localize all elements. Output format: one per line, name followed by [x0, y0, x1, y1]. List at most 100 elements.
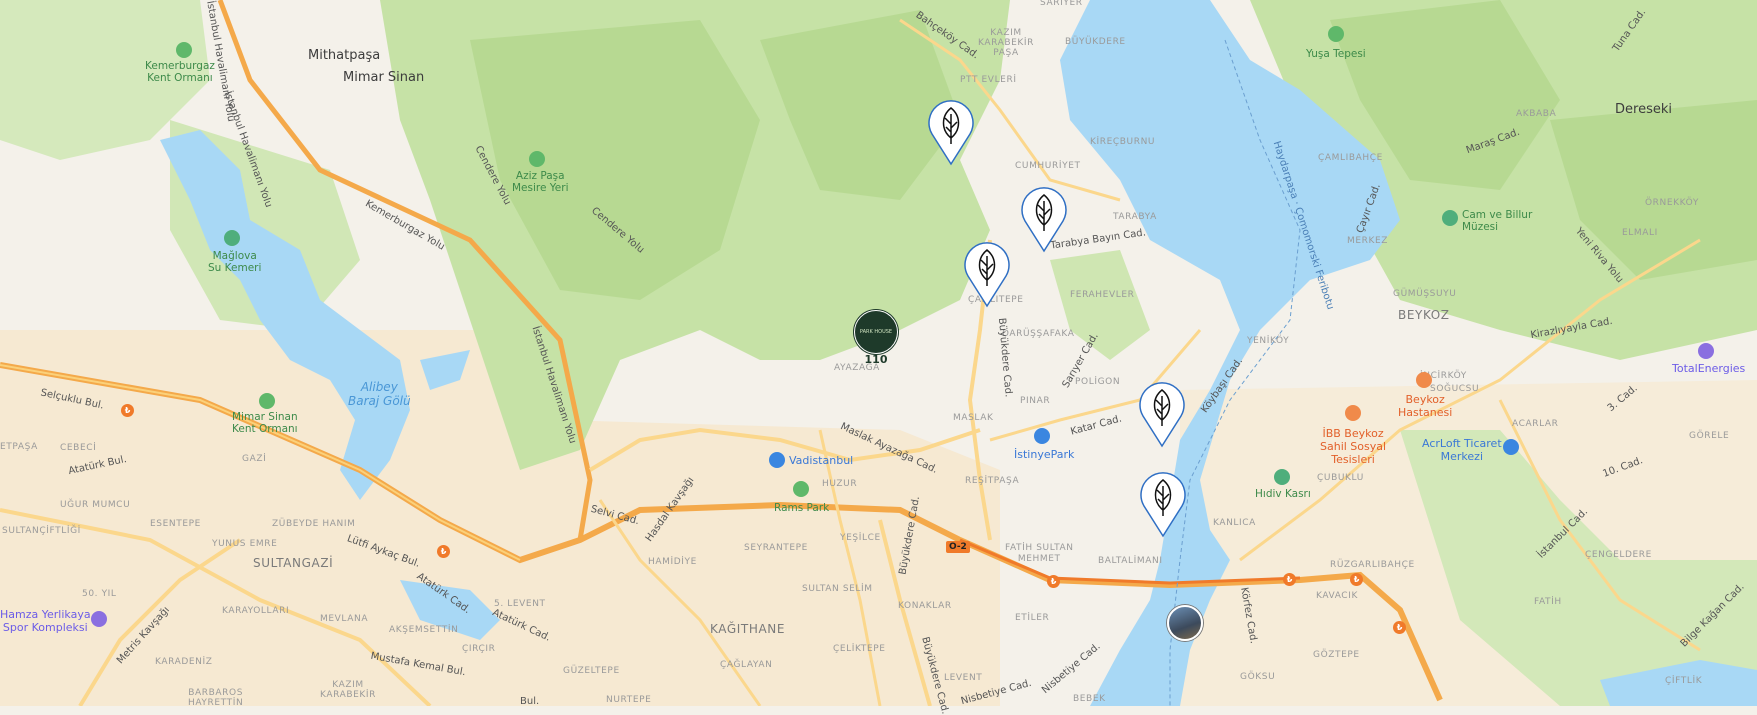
- park-house-marker[interactable]: PARK HOUSE 110: [854, 310, 898, 366]
- toll-icon: ₺: [1393, 621, 1406, 634]
- park-icon[interactable]: [259, 393, 275, 409]
- neighborhood-sultanciftligi: SULTANÇİFTLİĞİ: [2, 526, 81, 536]
- lake-alibey-baraj: Alibey Baraj Gölü: [348, 380, 411, 408]
- neighborhood-50-yil: 50. YIL: [82, 589, 117, 599]
- neighborhood-caglayan: ÇAĞLAYAN: [720, 660, 773, 670]
- neighborhood-cengeldere: ÇENGELDERE: [1585, 550, 1652, 560]
- shopping-icon[interactable]: [1503, 439, 1519, 455]
- neighborhood-cebeci: CEBECİ: [60, 443, 97, 453]
- neighborhood-kazim-karabekir-pasa: KAZIM KARABEKİR PAŞA: [978, 28, 1035, 58]
- road-label-bul: Bul.: [520, 696, 540, 707]
- district-label-sultangazi: SULTANGAZİ: [253, 556, 334, 570]
- poi-maglova[interactable]: Mağlova Su Kemeri: [208, 250, 261, 274]
- toll-icon: ₺: [1350, 573, 1363, 586]
- neighborhood-mevlana: MEVLANA: [320, 614, 369, 624]
- neighborhood-huzur: HUZUR: [822, 479, 858, 489]
- highway-badge-o2: O-2: [946, 541, 970, 553]
- neighborhood-cirgir: ÇIRÇIR: [462, 644, 496, 654]
- neighborhood-kazim-karabekir-south: KAZIM KARABEKİR: [320, 680, 377, 700]
- neighborhood-zubeyde-hanim: ZÜBEYDE HANIM: [272, 519, 356, 529]
- park-house-count: 110: [864, 353, 888, 366]
- neighborhood-acarlar: ACARLAR: [1512, 419, 1559, 429]
- museum-icon[interactable]: [1442, 210, 1458, 226]
- neighborhood-nurtepe: NURTEPE: [606, 695, 652, 705]
- neighborhood-ferahevler: FERAHEVLER: [1070, 290, 1135, 300]
- town-label-mithatpasa: Mithatpaşa: [308, 48, 381, 63]
- fuel-icon[interactable]: [1698, 343, 1714, 359]
- neighborhood-resitpasa: REŞİTPAŞA: [965, 476, 1020, 486]
- district-label-beykoz: BEYKOZ: [1398, 308, 1450, 322]
- park-house-logo: PARK HOUSE: [854, 310, 898, 354]
- park-icon[interactable]: [176, 42, 192, 58]
- neighborhood-ugur-mumcu: UĞUR MUMCU: [60, 500, 131, 510]
- park-house-name: PARK HOUSE: [859, 329, 893, 335]
- restaurant-icon[interactable]: [1345, 405, 1361, 421]
- neighborhood-gumussuyu: GÜMÜŞSUYU: [1393, 289, 1457, 299]
- shopping-icon[interactable]: [769, 452, 785, 468]
- poi-ibb-beykoz[interactable]: İBB Beykoz Sahil Sosyal Tesisleri: [1320, 427, 1386, 466]
- neighborhood-cumhuriyet: CUMHURİYET: [1015, 161, 1081, 171]
- neighborhood-sultan-selim: SULTAN SELİM: [802, 584, 873, 594]
- neighborhood-kavacik: KAVACIK: [1316, 591, 1358, 601]
- poi-beykoz-hastanesi[interactable]: Beykoz Hastanesi: [1398, 393, 1452, 419]
- neighborhood-5-levent: 5. LEVENT: [494, 599, 546, 609]
- leaf-pin-marker[interactable]: [1136, 466, 1190, 538]
- neighborhood-levent: LEVENT: [944, 673, 983, 683]
- leaf-pin-marker[interactable]: [960, 236, 1014, 308]
- neighborhood-fatih-sultan-mehmet: FATİH SULTAN MEHMET: [1005, 543, 1074, 564]
- neighborhood-cubuklu: ÇUBUKLU: [1317, 473, 1364, 483]
- neighborhood-tarabya: TARABYA: [1113, 212, 1157, 222]
- poi-acrloft[interactable]: AcrLoft Ticaret Merkezi: [1422, 437, 1502, 463]
- neighborhood-yenikoy: YENİKÖY: [1247, 336, 1290, 346]
- poi-istinyepark[interactable]: İstinyePark: [1014, 448, 1074, 461]
- poi-aziz-pasa[interactable]: Aziz Paşa Mesire Yeri: [512, 170, 569, 194]
- poi-vadistanbul[interactable]: Vadistanbul: [789, 454, 853, 467]
- neighborhood-yesilce: YEŞİLCE: [840, 533, 881, 543]
- poi-rams-park[interactable]: Rams Park: [774, 502, 829, 514]
- sports-icon[interactable]: [91, 611, 107, 627]
- neighborhood-seyrantepe: SEYRANTEPE: [744, 543, 808, 553]
- poi-cam-ve-billur[interactable]: Cam ve Billur Müzesi: [1462, 209, 1532, 233]
- neighborhood-akbaba: AKBABA: [1516, 109, 1557, 119]
- district-label-sariyer: SARIYER: [1040, 0, 1083, 8]
- neighborhood-gazi: GAZİ: [242, 454, 267, 464]
- poi-yusa-tepesi[interactable]: Yuşa Tepesi: [1306, 48, 1366, 60]
- stadium-icon[interactable]: [793, 481, 809, 497]
- leaf-pin-marker[interactable]: [1017, 181, 1071, 253]
- photo-marker[interactable]: [1167, 605, 1203, 641]
- leaf-pin-marker[interactable]: [1135, 376, 1189, 448]
- poi-kemerburgaz-kent-ormani[interactable]: Kemerburgaz Kent Ormanı: [145, 60, 215, 84]
- neighborhood-karayollari: KARAYOLLARI: [222, 606, 290, 616]
- neighborhood-elmali: ELMALI: [1622, 228, 1658, 238]
- neighborhood-guzeltepe: GÜZELTEPE: [563, 666, 620, 676]
- neighborhood-yunus-emre: YUNUS EMRE: [212, 539, 278, 549]
- neighborhood-maslak: MASLAK: [953, 413, 994, 423]
- neighborhood-ornekkoy: ÖRNEKKÖY: [1645, 198, 1699, 208]
- toll-icon: ₺: [437, 545, 450, 558]
- poi-mimar-sinan-kent-ormani[interactable]: Mimar Sinan Kent Ormanı: [232, 411, 298, 435]
- hospital-icon[interactable]: [1416, 372, 1432, 388]
- leaf-pin-marker[interactable]: [924, 94, 978, 166]
- neighborhood-hamidiye: HAMİDİYE: [648, 557, 697, 567]
- viewpoint-icon[interactable]: [1328, 26, 1344, 42]
- neighborhood-pinar: PINAR: [1020, 396, 1051, 406]
- district-label-kagithane: KAĞITHANE: [710, 622, 786, 636]
- landmark-icon[interactable]: [224, 230, 240, 246]
- toll-icon: ₺: [121, 404, 134, 417]
- shopping-icon[interactable]: [1034, 428, 1050, 444]
- neighborhood-ciftlik: ÇİFTLİK: [1665, 676, 1703, 686]
- town-label-mimar-sinan: Mimar Sinan: [343, 70, 425, 85]
- neighborhood-ptt-evleri: PTT EVLERİ: [960, 75, 1017, 85]
- park-icon[interactable]: [529, 151, 545, 167]
- poi-hidiv-kasri[interactable]: Hıdiv Kasrı: [1255, 488, 1311, 500]
- neighborhood-karadeniz: KARADENİZ: [155, 657, 213, 667]
- neighborhood-kirecburnu: KİREÇBURNU: [1090, 137, 1156, 147]
- neighborhood-aksemsettin: AKŞEMSETTİN: [389, 625, 459, 635]
- landmark-icon[interactable]: [1274, 469, 1290, 485]
- neighborhood-baltalimani: BALTALİMANI: [1098, 556, 1163, 566]
- poi-totalenergies[interactable]: TotalEnergies: [1672, 362, 1745, 375]
- neighborhood-goztepe: GÖZTEPE: [1313, 650, 1360, 660]
- poi-hamza-yerlikaya[interactable]: Hamza Yerlikaya Spor Kompleksi: [0, 608, 91, 634]
- neighborhood-etpasa: ETPAŞA: [0, 442, 38, 452]
- neighborhood-fatih-east: FATİH: [1534, 597, 1562, 607]
